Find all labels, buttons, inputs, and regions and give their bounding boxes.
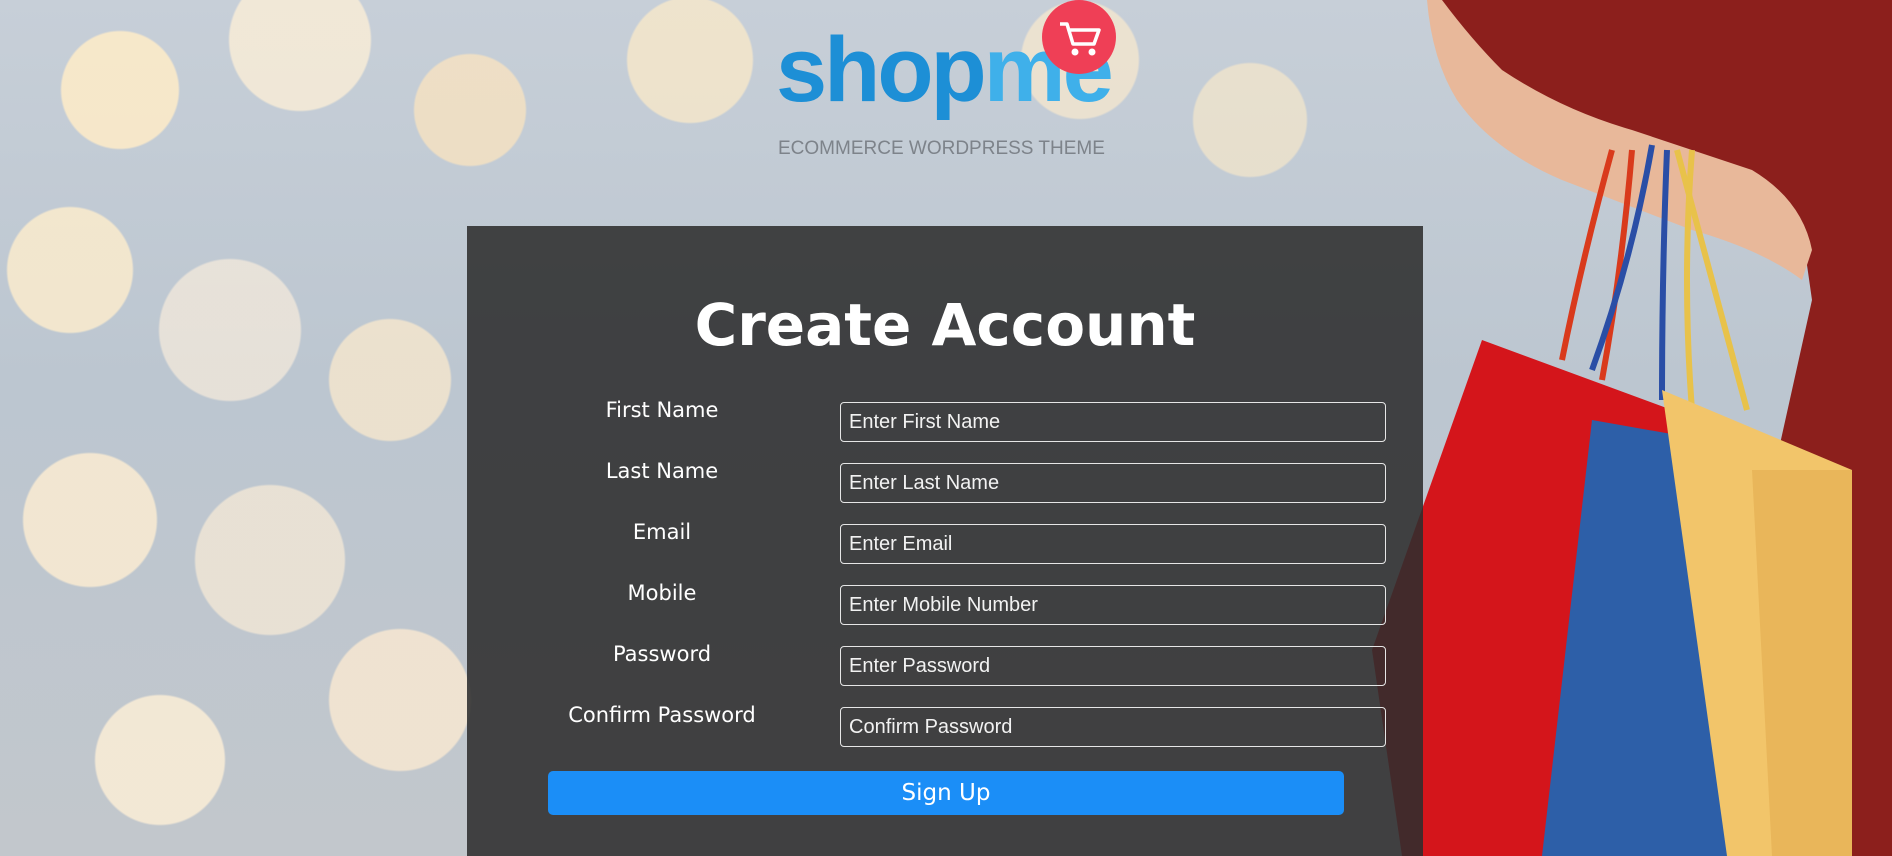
mobile-input[interactable]: [840, 585, 1386, 625]
confirm-password-label: Confirm Password: [568, 703, 756, 727]
password-row: Password: [467, 642, 1423, 688]
logo-word-shop: shop: [776, 19, 987, 121]
confirm-password-input[interactable]: [840, 707, 1386, 747]
cart-icon: [1042, 0, 1116, 74]
last-name-input[interactable]: [840, 463, 1386, 503]
password-input[interactable]: [840, 646, 1386, 686]
email-row: Email: [467, 520, 1423, 566]
confirm-password-row: Confirm Password: [467, 703, 1423, 749]
mobile-row: Mobile: [467, 581, 1423, 627]
password-label: Password: [612, 642, 712, 666]
shopme-logo[interactable]: shopme ECOMMERCE WORDPRESS THEME: [772, 0, 1132, 170]
email-input[interactable]: [840, 524, 1386, 564]
sign-up-button[interactable]: Sign Up: [548, 771, 1344, 815]
email-label: Email: [632, 520, 692, 544]
signup-page: shopme ECOMMERCE WORDPRESS THEME Create …: [0, 0, 1892, 856]
first-name-input[interactable]: [840, 402, 1386, 442]
mobile-label: Mobile: [627, 581, 697, 605]
create-account-card: Create Account First Name Last Name Emai…: [467, 226, 1423, 856]
page-title: Create Account: [694, 291, 1196, 359]
last-name-row: Last Name: [467, 459, 1423, 505]
logo-tagline: ECOMMERCE WORDPRESS THEME: [778, 138, 1105, 159]
first-name-label: First Name: [605, 398, 719, 422]
first-name-row: First Name: [467, 398, 1423, 444]
last-name-label: Last Name: [605, 459, 719, 483]
